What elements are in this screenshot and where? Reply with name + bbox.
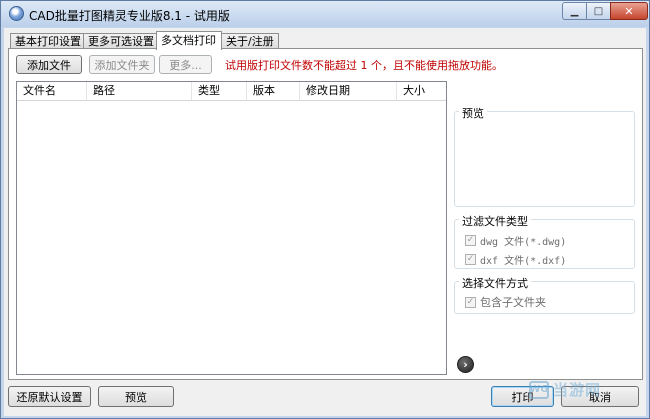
preview-legend: 预览 <box>459 105 487 121</box>
tab-more-settings[interactable]: 更多可选设置 <box>83 33 157 49</box>
column-header-modified-date[interactable]: 修改日期 <box>300 82 397 100</box>
checkmark-icon: ✓ <box>465 254 476 265</box>
maximize-icon: □ <box>593 5 604 17</box>
column-header-type[interactable]: 类型 <box>192 82 247 100</box>
more-button[interactable]: 更多... <box>159 55 212 74</box>
include-subfolders-checkbox[interactable]: ✓ 包含子文件夹 <box>465 294 546 310</box>
watermark: WG 当游网 <box>529 379 601 400</box>
dxf-checkbox-label: dxf 文件(*.dxf) <box>480 256 567 267</box>
add-folder-button[interactable]: 添加文件夹 <box>89 55 155 74</box>
checkmark-icon: ✓ <box>465 235 476 246</box>
include-subfolders-label: 包含子文件夹 <box>480 296 546 309</box>
file-list[interactable]: 文件名 路径 类型 版本 修改日期 大小 <box>16 81 447 375</box>
column-header-path[interactable]: 路径 <box>87 82 192 100</box>
watermark-text: 当游网 <box>553 381 602 399</box>
preview-group: 预览 <box>454 105 635 207</box>
minimize-icon: ▁ <box>570 5 579 17</box>
client-area: 基本打印设置 更多可选设置 多文档打印 关于/注册 添加文件 添加文件夹 更多.… <box>4 28 646 416</box>
close-button[interactable]: ✕ <box>610 2 648 20</box>
trial-warning-text: 试用版打印文件数不能超过 1 个，且不能使用拖放功能。 <box>225 59 503 72</box>
window-title: CAD批量打图精灵专业版8.1 - 试用版 <box>29 9 230 23</box>
globe-icon <box>9 6 24 21</box>
select-file-method-group: 选择文件方式 ✓ 包含子文件夹 <box>454 275 635 314</box>
tab-basic-print-settings[interactable]: 基本打印设置 <box>10 33 84 49</box>
select-file-method-legend: 选择文件方式 <box>459 275 531 291</box>
tab-about-register[interactable]: 关于/注册 <box>221 33 279 49</box>
checkmark-icon: ✓ <box>465 296 476 308</box>
watermark-logo-icon: WG <box>529 380 549 399</box>
tab-multi-document-print[interactable]: 多文档打印 <box>156 31 222 50</box>
minimize-button[interactable]: ▁ <box>562 2 587 20</box>
column-header-size[interactable]: 大小 <box>397 82 446 100</box>
dwg-checkbox-label: dwg 文件(*.dwg) <box>480 237 567 248</box>
preview-button[interactable]: 预览 <box>98 386 174 407</box>
chevron-right-icon[interactable]: › <box>457 356 474 373</box>
restore-defaults-button[interactable]: 还原默认设置 <box>8 386 91 407</box>
tab-panel: 添加文件 添加文件夹 更多... 试用版打印文件数不能超过 1 个，且不能使用拖… <box>8 48 643 380</box>
app-window: CAD批量打图精灵专业版8.1 - 试用版 ▁ □ ✕ 基本打印设置 更多可选设… <box>0 0 650 419</box>
column-header-version[interactable]: 版本 <box>247 82 300 100</box>
dwg-checkbox[interactable]: ✓ dwg 文件(*.dwg) <box>465 233 566 248</box>
filter-file-type-group: 过滤文件类型 ✓ dwg 文件(*.dwg) ✓ dxf 文件(*.dxf) <box>454 213 635 269</box>
close-icon: ✕ <box>624 4 634 18</box>
file-list-header: 文件名 路径 类型 版本 修改日期 大小 <box>17 82 446 101</box>
dxf-checkbox[interactable]: ✓ dxf 文件(*.dxf) <box>465 252 566 267</box>
add-file-button[interactable]: 添加文件 <box>16 55 82 74</box>
title-bar[interactable]: CAD批量打图精灵专业版8.1 - 试用版 ▁ □ ✕ <box>1 1 649 27</box>
maximize-button[interactable]: □ <box>586 2 611 20</box>
filter-file-type-legend: 过滤文件类型 <box>459 213 531 229</box>
column-header-filename[interactable]: 文件名 <box>17 82 87 100</box>
